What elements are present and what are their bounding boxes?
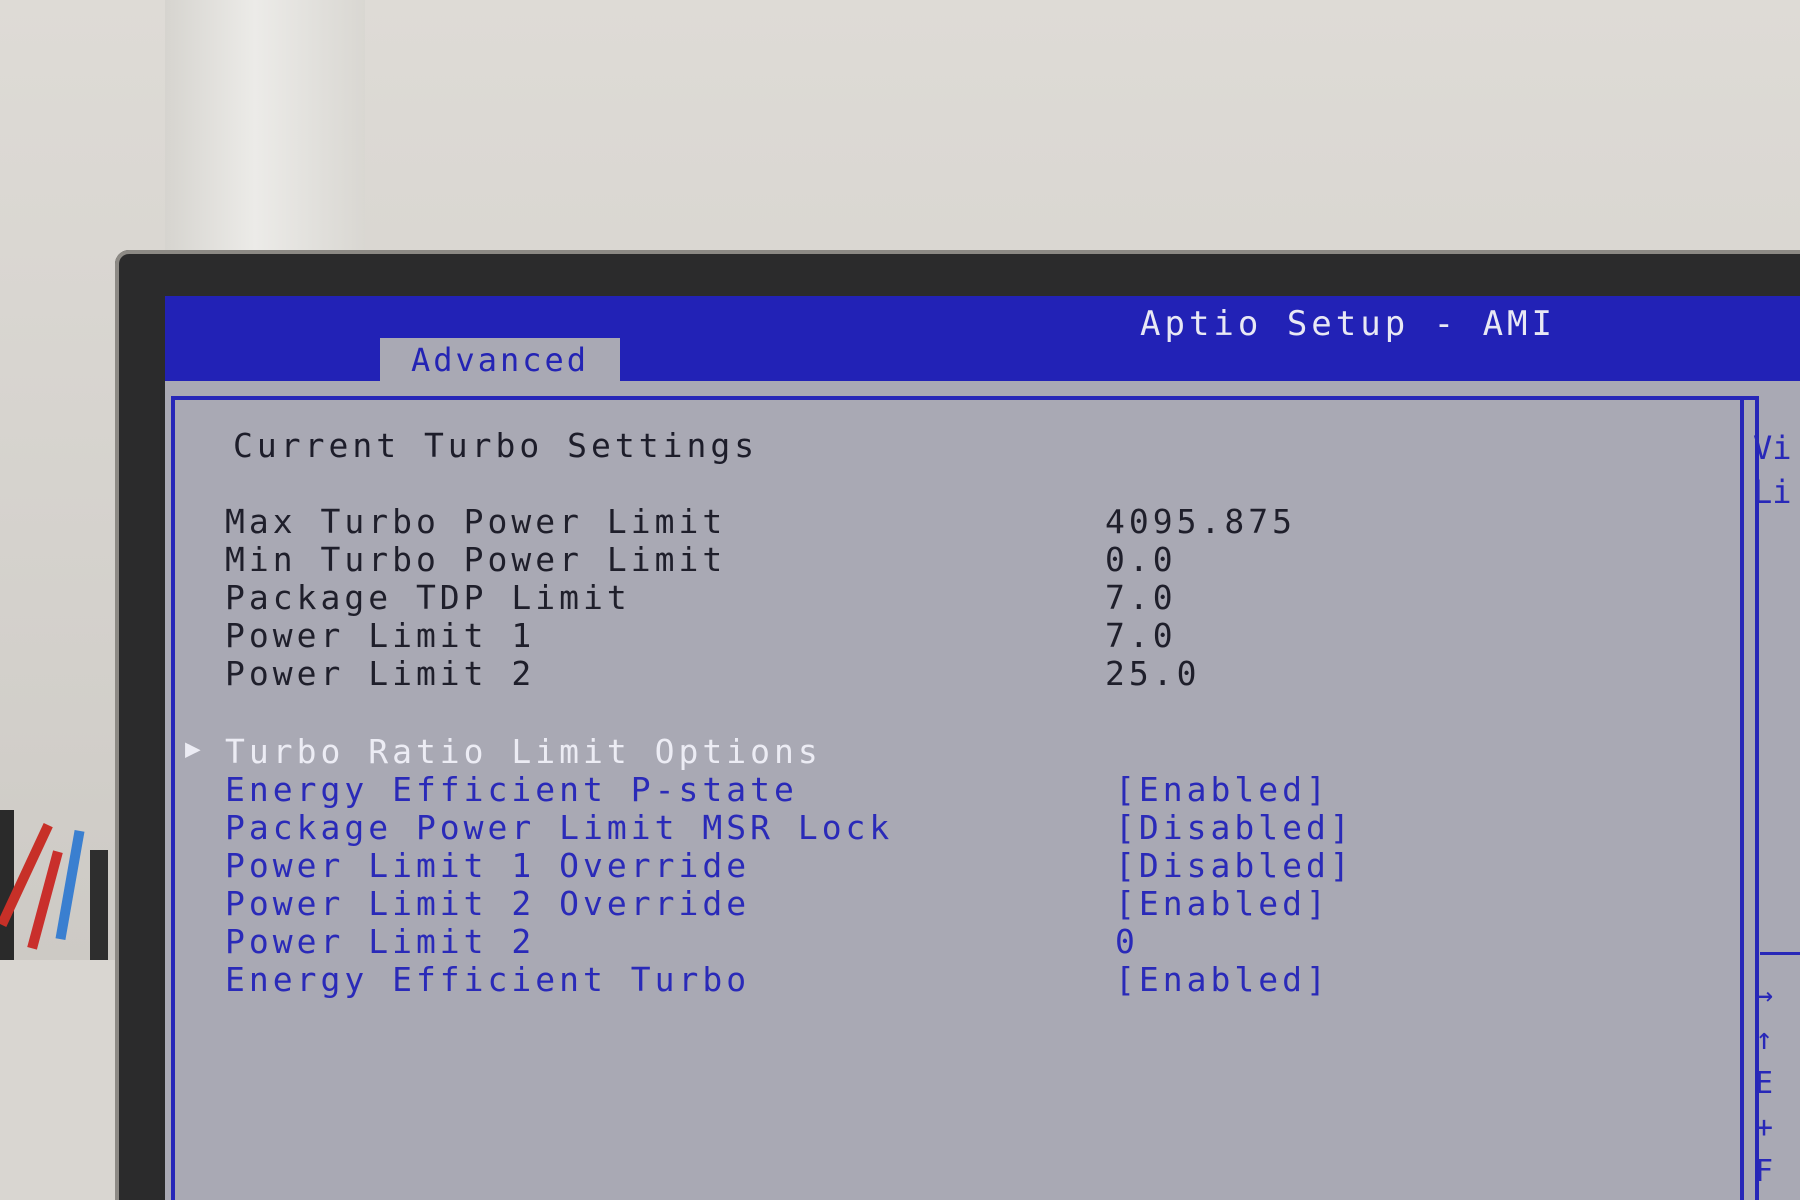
info-value: 4095.875: [1105, 502, 1296, 541]
help-line-1: Vi: [1753, 429, 1792, 467]
option-label: Energy Efficient P-state: [225, 770, 798, 809]
info-label: Power Limit 1: [225, 616, 536, 655]
info-value: 0.0: [1105, 540, 1177, 579]
info-value: 7.0: [1105, 616, 1177, 655]
tab-advanced[interactable]: Advanced: [380, 338, 620, 382]
option-value[interactable]: [Enabled]: [1115, 960, 1330, 999]
option-label: Package Power Limit MSR Lock: [225, 808, 894, 847]
key-right-arrow-icon: →: [1755, 978, 1774, 1013]
key-enter-label: E: [1755, 1066, 1774, 1101]
help-panel-rule: [1760, 952, 1800, 955]
bios-screen: Aptio Setup - AMI Advanced Vi Li → ↑ E +…: [165, 296, 1800, 1200]
option-value[interactable]: [Enabled]: [1115, 770, 1330, 809]
submenu-arrow-icon: ▶: [185, 734, 205, 764]
info-label: Max Turbo Power Limit: [225, 502, 727, 541]
info-value: 7.0: [1105, 578, 1177, 617]
option-value[interactable]: [Disabled]: [1115, 846, 1354, 885]
wall-column: [165, 0, 365, 260]
title-bar: Aptio Setup - AMI Advanced: [165, 296, 1800, 382]
section-title: Current Turbo Settings: [233, 426, 759, 465]
info-label: Power Limit 2: [225, 654, 536, 693]
info-label: Package TDP Limit: [225, 578, 631, 617]
option-value[interactable]: [Enabled]: [1115, 884, 1330, 923]
help-panel-text: Vi Li: [1753, 426, 1792, 514]
photo-scene: Aptio Setup - AMI Advanced Vi Li → ↑ E +…: [0, 0, 1800, 1200]
key-f-label: F: [1755, 1154, 1774, 1189]
info-label: Min Turbo Power Limit: [225, 540, 727, 579]
help-panel-divider: [1740, 400, 1744, 1200]
option-label: Power Limit 2 Override: [225, 884, 751, 923]
help-key-legend: → ↑ E + F: [1755, 974, 1773, 1194]
app-title: Aptio Setup - AMI: [1140, 304, 1556, 344]
key-up-arrow-icon: ↑: [1755, 1022, 1774, 1057]
option-value[interactable]: 0: [1115, 922, 1139, 961]
option-label: Energy Efficient Turbo: [225, 960, 751, 999]
pen-holder: [0, 810, 108, 960]
info-value: 25.0: [1105, 654, 1201, 693]
option-value[interactable]: [Disabled]: [1115, 808, 1354, 847]
option-label: Power Limit 1 Override: [225, 846, 751, 885]
key-plus-label: +: [1755, 1110, 1774, 1145]
option-label: Power Limit 2: [225, 922, 536, 961]
submenu-label: Turbo Ratio Limit Options: [225, 732, 822, 771]
help-line-2: Li: [1753, 473, 1792, 511]
